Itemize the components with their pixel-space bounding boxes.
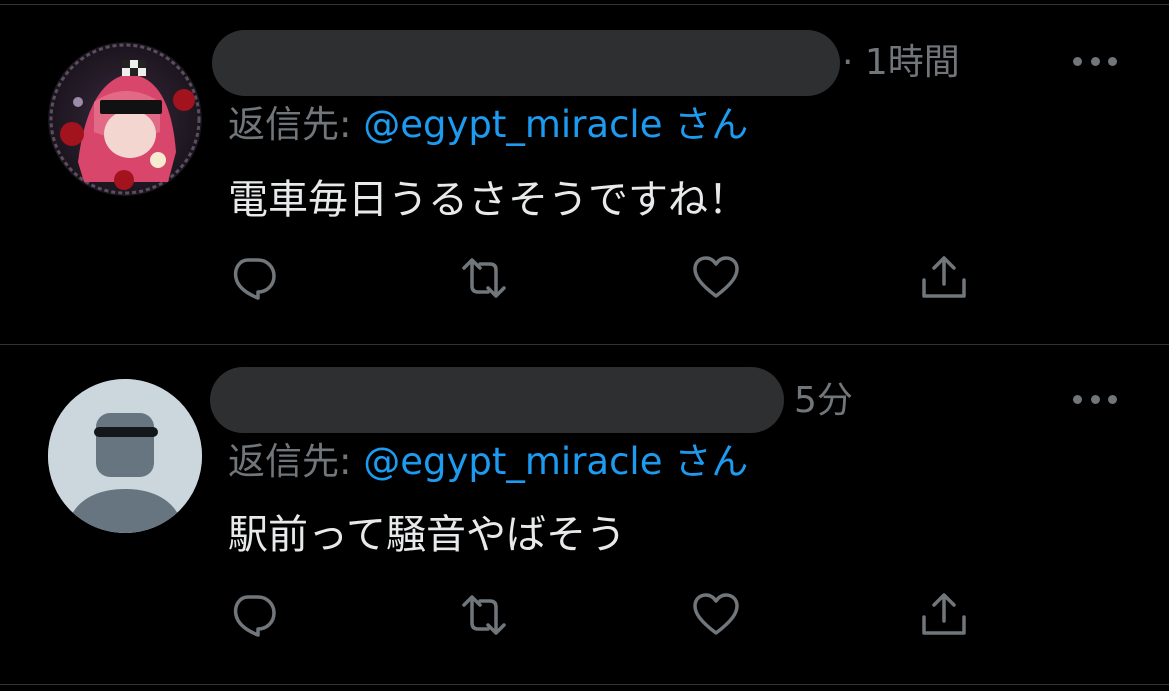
reply-feed: · 1時間 返信先: @egypt_miracle さん 電車毎日うるさそうです… bbox=[0, 0, 1169, 691]
tweet-text: 駅前って騒音やばそう bbox=[228, 512, 626, 558]
tweet-item[interactable]: 5分 返信先: @egypt_miracle さん 駅前って騒音やばそう bbox=[0, 345, 1169, 685]
mention-link[interactable]: @egypt_miracle bbox=[363, 103, 662, 146]
share-icon bbox=[922, 256, 966, 298]
share-button[interactable] bbox=[918, 589, 970, 641]
avatar[interactable] bbox=[48, 42, 202, 196]
avatar[interactable] bbox=[48, 379, 202, 533]
default-avatar-image bbox=[48, 379, 202, 533]
retweet-button[interactable] bbox=[458, 589, 510, 641]
divider bbox=[0, 684, 1169, 685]
more-icon-dot bbox=[1108, 394, 1117, 404]
anime-avatar-image bbox=[48, 42, 202, 196]
heart-icon bbox=[693, 593, 739, 635]
display-name-redacted bbox=[212, 30, 840, 96]
reply-button[interactable] bbox=[228, 252, 280, 304]
retweet-icon bbox=[462, 258, 506, 298]
reply-icon bbox=[233, 595, 276, 637]
tweet-timestamp[interactable]: · 1時間 bbox=[842, 45, 960, 81]
share-icon bbox=[922, 593, 966, 635]
mention-link[interactable]: @egypt_miracle bbox=[363, 440, 662, 483]
like-button[interactable] bbox=[690, 252, 742, 304]
more-options-button[interactable] bbox=[1073, 51, 1117, 71]
more-icon-dot bbox=[1108, 56, 1117, 66]
reply-icon bbox=[233, 258, 276, 300]
display-name-redacted bbox=[210, 367, 784, 433]
reply-button[interactable] bbox=[228, 589, 280, 641]
reply-to-prefix: 返信先: bbox=[228, 103, 364, 146]
heart-icon bbox=[693, 256, 739, 298]
reply-to-line: 返信先: @egypt_miracle さん bbox=[228, 443, 748, 480]
reply-to-suffix: さん bbox=[662, 103, 749, 146]
more-icon-dot bbox=[1090, 394, 1100, 404]
retweet-button[interactable] bbox=[458, 252, 510, 304]
retweet-icon bbox=[462, 595, 506, 635]
share-button[interactable] bbox=[918, 252, 970, 304]
more-options-button[interactable] bbox=[1073, 389, 1117, 409]
tweet-text: 電車毎日うるさそうですね！ bbox=[228, 177, 748, 223]
tweet-timestamp[interactable]: 5分 bbox=[794, 383, 853, 419]
more-icon-dot bbox=[1073, 56, 1082, 66]
like-button[interactable] bbox=[690, 589, 742, 641]
reply-to-suffix: さん bbox=[662, 440, 749, 483]
reply-to-prefix: 返信先: bbox=[228, 440, 364, 483]
tweet-item[interactable]: · 1時間 返信先: @egypt_miracle さん 電車毎日うるさそうです… bbox=[0, 0, 1169, 344]
more-icon-dot bbox=[1090, 56, 1100, 66]
more-icon-dot bbox=[1073, 394, 1082, 404]
reply-to-line: 返信先: @egypt_miracle さん bbox=[228, 106, 748, 143]
